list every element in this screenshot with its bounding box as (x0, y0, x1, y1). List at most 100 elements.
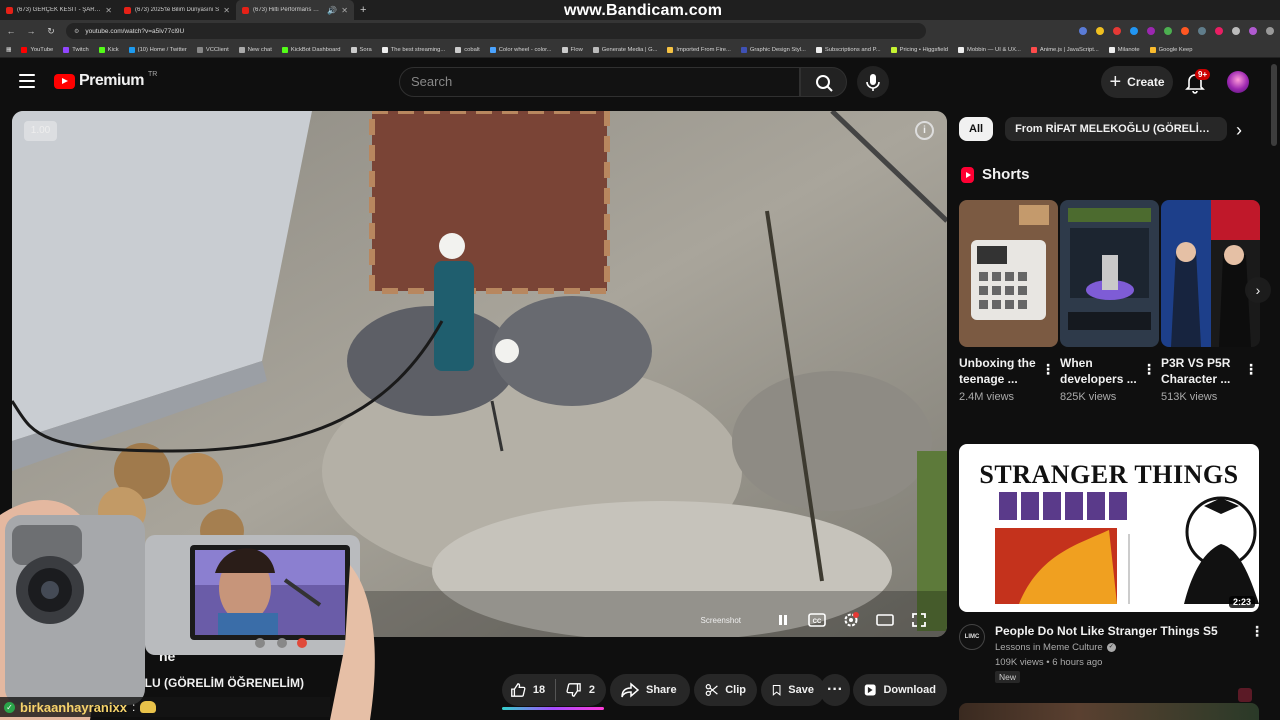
settings-gear-icon[interactable] (841, 610, 861, 630)
bookmark-item[interactable]: New chat (238, 46, 272, 53)
bookmark-item[interactable]: cobalt (455, 46, 480, 53)
more-vertical-icon[interactable]: ⋮ (1250, 623, 1264, 640)
pause-icon[interactable] (773, 610, 793, 630)
more-vertical-icon[interactable]: ⋮ (1244, 361, 1258, 378)
chip-from-channel[interactable]: From RİFAT MELEKOĞLU (GÖRELİM ÖĞRENEL (1005, 117, 1228, 141)
bookmark-item[interactable]: Imported From Fire... (667, 46, 731, 53)
extension-icon[interactable] (1079, 27, 1087, 35)
back-arrow-icon[interactable]: ← (6, 26, 16, 36)
site-info-icon[interactable]: ⚙ (74, 28, 79, 35)
share-button[interactable]: Share (610, 674, 690, 706)
recommended-channel[interactable]: Lessons in Meme Culture ✓ (995, 642, 1116, 653)
recommended-video-title[interactable]: People Do Not Like Stranger Things S5 (995, 624, 1218, 638)
address-bar[interactable]: ⚙ youtube.com/watch?v=a5lv77cl9U (66, 23, 926, 39)
short-title[interactable]: Unboxing the teenage ... (959, 355, 1039, 387)
profile-icon[interactable] (1249, 27, 1257, 35)
create-button[interactable]: + Create (1101, 66, 1173, 98)
bookmark-item[interactable]: KickBot Dashboard (281, 46, 341, 53)
like-count[interactable]: 18 (533, 684, 545, 696)
bookmark-favicon-icon (592, 46, 599, 53)
extension-icon[interactable] (1164, 27, 1172, 35)
fullscreen-icon[interactable] (909, 610, 929, 630)
bookmark-item[interactable]: (10) Home / Twitter (128, 46, 187, 53)
more-vertical-icon[interactable]: ⋮ (1041, 361, 1055, 378)
short-thumbnail-1[interactable] (959, 200, 1058, 347)
clip-button[interactable]: Clip (694, 674, 757, 706)
bookmark-item[interactable]: Graphic Design Styl... (740, 46, 806, 53)
hamburger-menu-icon[interactable] (19, 74, 35, 88)
search-input[interactable]: Search (399, 67, 800, 97)
subtitles-icon[interactable]: CC (807, 610, 827, 630)
bookmark-favicon-icon (1030, 46, 1037, 53)
next-video-thumbnail[interactable] (959, 703, 1259, 720)
bookmark-item[interactable]: Generate Media | G... (592, 46, 657, 53)
download-button[interactable]: Download (853, 674, 947, 706)
chevron-right-icon[interactable]: › (1236, 120, 1242, 141)
speaker-icon[interactable]: 🔊 (327, 6, 337, 15)
bookmark-item[interactable]: Color wheel - color... (489, 46, 552, 53)
more-actions-button[interactable]: ··· (820, 674, 850, 706)
channel-name[interactable]: OĞLU (GÖRELİM ÖĞRENELİM) (126, 676, 304, 690)
info-icon[interactable]: i (915, 121, 934, 140)
bookmark-favicon-icon (1108, 46, 1115, 53)
extension-icon[interactable] (1096, 27, 1104, 35)
short-thumbnail-2[interactable] (1060, 200, 1159, 347)
bookmark-item[interactable]: Flow (561, 46, 583, 53)
bookmark-item[interactable]: Anime.js | JavaScript... (1030, 46, 1099, 53)
new-tab-icon[interactable]: + (354, 4, 372, 16)
download-icon[interactable] (1232, 27, 1240, 35)
bookmark-label: Kick (107, 46, 119, 53)
browser-tab-2[interactable]: (673) 2025'te Bilim Dünyasını S ✕ (118, 0, 236, 20)
browser-tab-active[interactable]: (673) Hilti Performans Dene 🔊 ✕ (236, 0, 354, 20)
short-title[interactable]: When developers ... (1060, 355, 1140, 387)
bookmark-favicon-icon (455, 46, 462, 53)
bookmark-label: KickBot Dashboard (290, 46, 341, 53)
theater-mode-icon[interactable] (875, 610, 895, 630)
chip-all[interactable]: All (959, 117, 994, 141)
extension-icon[interactable] (1113, 27, 1121, 35)
bookmark-item[interactable]: Mobbin — UI & UX... (958, 46, 1021, 53)
search-button[interactable] (800, 67, 847, 97)
short-title[interactable]: P3R VS P5R Character ... (1161, 355, 1241, 387)
thumbs-up-icon[interactable] (510, 681, 526, 699)
bookmark-item[interactable]: Milanote (1108, 46, 1140, 53)
bookmark-item[interactable]: The best streaming... (381, 46, 445, 53)
extension-icon[interactable] (1147, 27, 1155, 35)
menu-dots-icon[interactable] (1266, 27, 1274, 35)
miniplayer-icon[interactable] (1238, 688, 1252, 702)
page-scrollbar[interactable] (1271, 64, 1277, 146)
thumbs-down-icon[interactable] (566, 681, 582, 699)
bookmark-item[interactable]: Kick (98, 46, 119, 53)
close-tab-icon[interactable]: ✕ (105, 6, 112, 15)
channel-avatar[interactable]: LIMC (959, 624, 985, 650)
voice-search-button[interactable] (857, 66, 889, 98)
extension-icon[interactable] (1215, 27, 1223, 35)
bookmark-item[interactable]: Twitch (63, 46, 89, 53)
shorts-next-button[interactable]: › (1245, 277, 1271, 303)
more-vertical-icon[interactable]: ⋮ (1142, 361, 1156, 378)
youtube-premium-logo[interactable]: Premium TR (54, 71, 157, 90)
extension-icon[interactable] (1181, 27, 1189, 35)
recommended-video-thumbnail[interactable]: STRANGER THINGS 2:23 (959, 444, 1259, 612)
related-filter-chips: All From RİFAT MELEKOĞLU (GÖRELİM ÖĞRENE… (959, 117, 1228, 141)
bookmark-label: Flow (570, 46, 583, 53)
bookmark-item[interactable]: Sora (350, 46, 372, 53)
apps-grid-icon[interactable]: ▦ (6, 47, 11, 53)
close-tab-icon[interactable]: ✕ (223, 6, 230, 15)
extension-icon[interactable] (1198, 27, 1206, 35)
bookmark-item[interactable]: YouTube (21, 46, 53, 53)
bookmark-label: Pricing • Higgsfield (899, 46, 949, 53)
account-avatar[interactable] (1227, 71, 1249, 93)
save-button[interactable]: Save (761, 674, 825, 706)
browser-tab-1[interactable]: (673) GERÇEK KESİT - ŞARKICI ✕ (0, 0, 118, 20)
video-player[interactable]: 1.00 i Screenshot CC (12, 111, 947, 637)
close-tab-icon[interactable]: ✕ (341, 6, 348, 15)
forward-arrow-icon[interactable]: → (26, 26, 36, 36)
bookmark-item[interactable]: Google Keep (1149, 46, 1192, 53)
bookmark-item[interactable]: Subscriptions and P... (815, 46, 881, 53)
bookmark-item[interactable]: Pricing • Higgsfield (890, 46, 949, 53)
bookmark-item[interactable]: VCClient (196, 46, 229, 53)
extension-icon[interactable] (1130, 27, 1138, 35)
short-thumbnail-3[interactable] (1161, 200, 1260, 347)
reload-icon[interactable]: ↻ (46, 26, 56, 37)
